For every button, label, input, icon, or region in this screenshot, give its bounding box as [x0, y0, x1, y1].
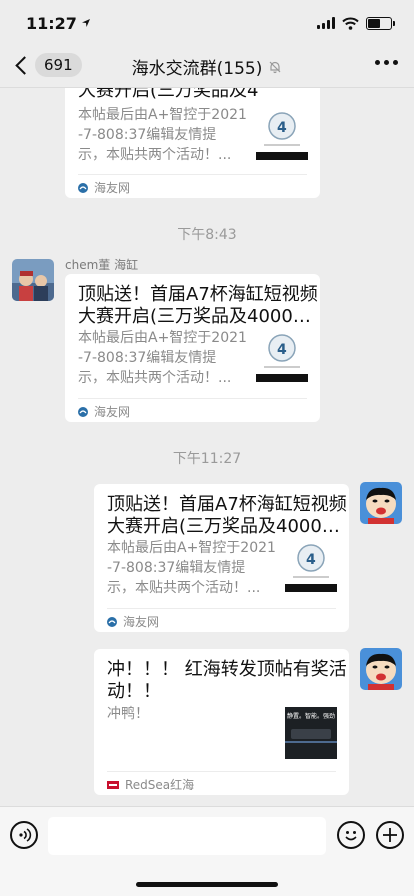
source-name: 海友网 [94, 405, 131, 419]
source-name: RedSea红海 [125, 778, 195, 792]
unread-count-badge: 691 [35, 53, 82, 77]
card-divider [107, 608, 336, 609]
emoji-icon [345, 831, 357, 841]
svg-text:4: 4 [277, 342, 287, 358]
card-description-line: 示，本贴共两个活动！... [78, 147, 232, 163]
chat-title: 海水交流群(155) [132, 54, 283, 79]
mute-bell-icon [269, 61, 281, 73]
emoji-button[interactable] [337, 821, 365, 849]
message-text-input[interactable] [48, 817, 326, 855]
source-name: 海友网 [123, 615, 160, 629]
status-time: 11:27 [26, 13, 77, 33]
svg-text:4: 4 [277, 120, 287, 136]
site-logo-icon [78, 406, 88, 417]
card-description-line: 本帖最后由A+智控于2021 [107, 540, 276, 556]
card-description-line: -7-808:37编辑友情提 [107, 560, 246, 576]
card-title: 大赛开启(三万奖品及4000… [78, 88, 258, 101]
back-button[interactable]: 691 [12, 53, 82, 77]
message-timestamp: 下午8:43 [177, 227, 237, 243]
card-description-line: 本帖最后由A+智控于2021 [78, 107, 247, 123]
status-bar: 11:27 [0, 0, 414, 46]
message-timestamp: 下午11:27 [172, 451, 242, 467]
redsea-logo-icon [107, 780, 119, 789]
link-card-message[interactable]: 顶贴送！首届A7杯海缸短视频 大赛开启(三万奖品及4000… 本帖最后由A+智控… [65, 274, 320, 422]
sender-name: chem董 海缸 [65, 258, 139, 272]
card-description-line: 冲鸭！ [107, 706, 149, 722]
card-description-line: -7-808:37编辑友情提 [78, 350, 217, 366]
card-description-line: -7-808:37编辑友情提 [78, 127, 217, 143]
card-source: 海友网 [78, 179, 130, 196]
card-thumbnail-image: 4 [256, 330, 308, 382]
chat-header: 691 海水交流群(155) [0, 46, 414, 88]
card-title-line: 大赛开启(三万奖品及4000… [107, 516, 340, 537]
voice-icon [19, 828, 32, 842]
card-thumbnail-image: 4 [285, 540, 337, 592]
more-options-icon[interactable] [375, 60, 398, 65]
group-name: 海水交流群(155) [131, 59, 263, 79]
card-thumbnail-image: 静置。智能。强劲 [285, 707, 337, 759]
more-functions-button[interactable] [376, 821, 404, 849]
card-divider [107, 771, 336, 772]
site-logo-icon [107, 616, 117, 627]
card-description-line: 示，本贴共两个活动！... [107, 580, 261, 596]
cellular-signal-icon [317, 17, 335, 29]
avatar[interactable] [360, 648, 402, 690]
thumbnail-caption: 静置。智能。强劲 [287, 713, 335, 720]
wifi-icon [342, 17, 359, 30]
link-card-message[interactable]: 冲！！！ 红海转发顶帖有奖活 动！！ 冲鸭！ 静置。智能。强劲 RedSea红海 [94, 649, 349, 795]
card-description-line: 本帖最后由A+智控于2021 [78, 330, 247, 346]
card-source: RedSea红海 [107, 776, 194, 793]
card-title-line: 动！！ [107, 681, 161, 702]
avatar[interactable] [12, 259, 54, 301]
location-arrow-icon [81, 19, 90, 27]
avatar[interactable] [360, 482, 402, 524]
card-title-line: 冲！！！ 红海转发顶帖有奖活 [107, 659, 347, 680]
site-logo-icon [78, 182, 88, 193]
card-title-line: 顶贴送！首届A7杯海缸短视频 [107, 494, 347, 515]
card-description-line: 示，本贴共两个活动！... [78, 370, 232, 386]
home-indicator [136, 882, 278, 887]
card-source: 海友网 [107, 613, 159, 630]
link-card-message[interactable]: 顶贴送！首届A7杯海缸短视频 大赛开启(三万奖品及4000… 本帖最后由A+智控… [94, 484, 349, 632]
card-divider [78, 174, 307, 175]
battery-icon [366, 16, 395, 30]
svg-text:4: 4 [306, 552, 316, 568]
card-title-line: 顶贴送！首届A7杯海缸短视频 [78, 284, 318, 305]
chevron-left-icon [15, 55, 34, 75]
source-name: 海友网 [94, 181, 131, 195]
message-list[interactable]: 大赛开启(三万奖品及4000… 本帖最后由A+智控于2021 -7-808:37… [0, 88, 414, 806]
plus-icon [383, 828, 397, 842]
link-card-message[interactable]: 大赛开启(三万奖品及4000… 本帖最后由A+智控于2021 -7-808:37… [65, 88, 320, 198]
voice-input-button[interactable] [10, 821, 38, 849]
card-source: 海友网 [78, 403, 130, 420]
card-divider [78, 398, 307, 399]
card-thumbnail-image: 4 [256, 108, 308, 160]
card-title-line: 大赛开启(三万奖品及4000… [78, 306, 311, 327]
